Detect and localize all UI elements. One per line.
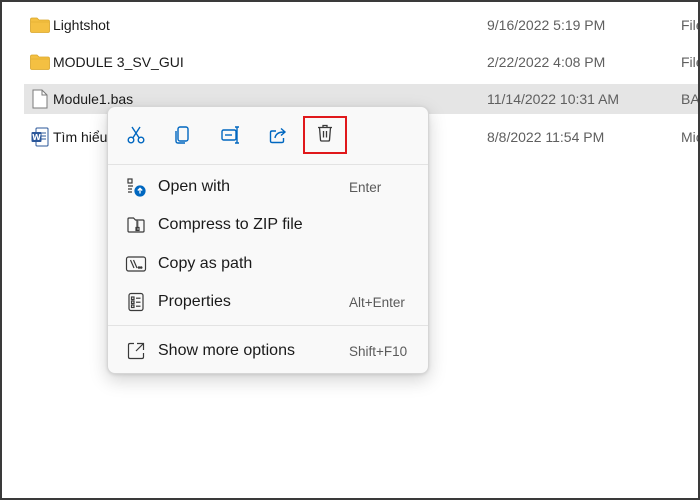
properties-icon (125, 291, 147, 313)
file-date: 2/22/2022 4:08 PM (487, 54, 606, 70)
cut-icon (126, 125, 146, 150)
divider (108, 325, 428, 326)
context-menu: Open with Enter Compress to ZIP file Cop… (107, 106, 429, 374)
show-more-icon (125, 340, 147, 362)
zip-icon (125, 214, 147, 236)
menu-item-copy-as-path[interactable]: Copy as path (114, 246, 422, 282)
menu-item-properties[interactable]: Properties Alt+Enter (114, 284, 422, 320)
shortcut-label: Alt+Enter (349, 294, 405, 310)
file-name: Tìm hiểu (53, 129, 108, 145)
menu-item-show-more-options[interactable]: Show more options Shift+F10 (114, 333, 422, 369)
share-icon (268, 125, 288, 150)
menu-label: Open with (158, 178, 231, 195)
file-type: Mic (681, 129, 698, 145)
shortcut-label: Shift+F10 (349, 343, 408, 359)
file-row-lightshot[interactable]: Lightshot 9/16/2022 5:19 PM File (24, 10, 698, 40)
file-date: 9/16/2022 5:19 PM (487, 17, 606, 33)
copy-path-icon (125, 253, 147, 275)
menu-label: Compress to ZIP file (158, 216, 303, 233)
file-type: BA (681, 91, 700, 107)
copy-button[interactable] (167, 121, 199, 153)
share-button[interactable] (262, 121, 294, 153)
copy-icon (173, 125, 193, 150)
cut-button[interactable] (120, 121, 152, 153)
menu-item-open-with[interactable]: Open with Enter (114, 169, 422, 205)
folder-icon (29, 52, 51, 72)
shortcut-label: Enter (349, 179, 382, 195)
delete-icon (315, 123, 335, 148)
svg-text:W: W (32, 133, 41, 142)
divider (108, 164, 428, 165)
delete-button[interactable] (303, 116, 347, 154)
file-row-module3[interactable]: MODULE 3_SV_GUI 2/22/2022 4:08 PM File (24, 47, 698, 77)
file-date: 8/8/2022 11:54 PM (487, 129, 605, 145)
menu-label: Properties (158, 293, 231, 310)
file-date: 11/14/2022 10:31 AM (487, 91, 620, 107)
menu-label: Show more options (158, 342, 295, 359)
menu-item-compress-zip[interactable]: Compress to ZIP file (114, 207, 422, 243)
rename-button[interactable] (215, 121, 247, 153)
file-icon (29, 89, 51, 109)
folder-icon (29, 15, 51, 35)
open-with-icon (125, 176, 147, 198)
file-type: File (681, 17, 698, 33)
word-doc-icon: W (29, 127, 51, 147)
explorer-window: Lightshot 9/16/2022 5:19 PM File MODULE … (0, 0, 700, 500)
quick-action-bar (108, 107, 428, 163)
file-name: Module1.bas (53, 91, 134, 107)
file-type: File (681, 54, 698, 70)
file-name: MODULE 3_SV_GUI (53, 54, 184, 70)
file-name: Lightshot (53, 17, 110, 33)
rename-icon (220, 125, 242, 150)
menu-label: Copy as path (158, 255, 253, 272)
